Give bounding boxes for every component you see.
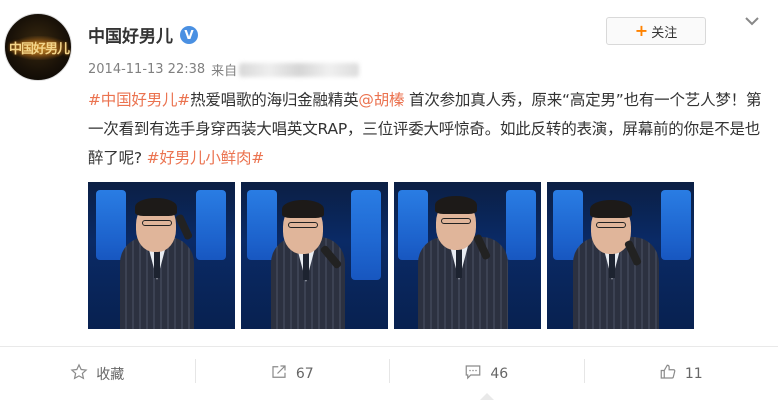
avatar[interactable]: 中国好男儿: [4, 13, 72, 81]
follow-label: 关注: [651, 25, 678, 41]
follow-button[interactable]: + 关注: [606, 17, 706, 45]
post-timestamp[interactable]: 2014-11-13 22:38: [88, 62, 205, 77]
chevron-down-icon[interactable]: [742, 14, 762, 30]
verified-icon[interactable]: V: [180, 25, 198, 44]
post-photo[interactable]: [394, 182, 541, 329]
favorite-button[interactable]: 收藏: [0, 347, 195, 400]
post-meta: 2014-11-13 22:38 来自: [88, 60, 360, 79]
post-photo[interactable]: [241, 182, 388, 329]
share-icon: [270, 363, 288, 385]
post-text-part: 热爱唱歌的海归金融精英: [190, 91, 359, 109]
author-block: 中国好男儿 V: [88, 22, 198, 47]
post-photo[interactable]: [88, 182, 235, 329]
mention-link[interactable]: @胡榛: [358, 91, 404, 109]
like-button[interactable]: 11: [583, 347, 778, 400]
hashtag-link[interactable]: #好男儿小鲜肉#: [147, 149, 265, 167]
comment-button[interactable]: 46: [389, 347, 584, 400]
plus-icon: +: [634, 21, 649, 40]
photo-grid: [88, 182, 694, 329]
like-count: 11: [684, 365, 703, 382]
avatar-logo-text: 中国好男儿: [8, 42, 70, 57]
favorite-label: 收藏: [96, 366, 125, 383]
post-photo[interactable]: [547, 182, 694, 329]
hashtag-link[interactable]: #中国好男儿#: [88, 91, 190, 109]
repost-count: 67: [295, 365, 314, 382]
thumbs-up-icon: [659, 363, 677, 385]
comment-icon: [464, 363, 482, 385]
star-icon: [70, 362, 88, 385]
post-text: #中国好男儿#热爱唱歌的海归金融精英@胡榛 首次参加真人秀，原来“高定男”也有一…: [88, 86, 764, 173]
post-source-label: 来自: [211, 64, 238, 79]
comment-count: 46: [490, 365, 509, 382]
action-bar: 收藏 67 46 11: [0, 347, 778, 400]
author-name[interactable]: 中国好男儿: [88, 22, 173, 47]
repost-button[interactable]: 67: [194, 347, 390, 400]
post-source-blurred: [239, 62, 360, 77]
